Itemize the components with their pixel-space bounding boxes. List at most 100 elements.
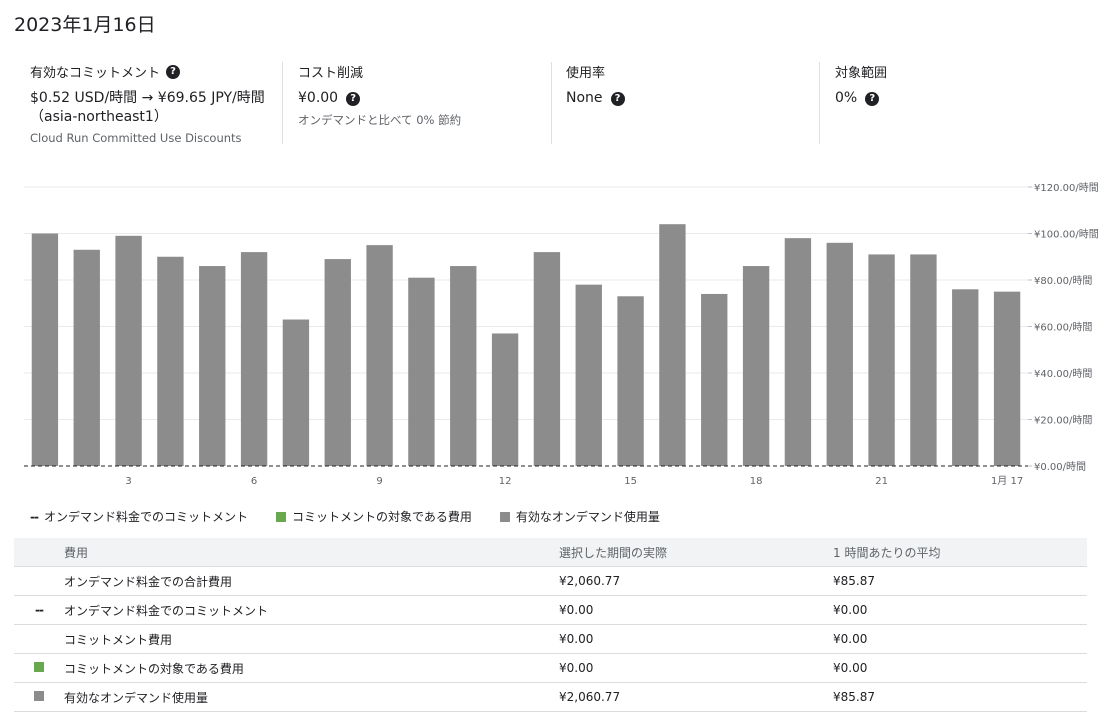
green-square-icon: [275, 511, 286, 522]
row-avg: ¥0.00: [833, 595, 1087, 625]
bar: [324, 259, 351, 466]
row-actual: ¥2,060.77: [559, 682, 833, 712]
y-tick-label: ¥40.00/時間: [1034, 368, 1092, 380]
utilization-label: 使用率: [566, 66, 606, 81]
x-tick-label: 18: [750, 476, 763, 487]
bar: [31, 233, 59, 466]
bar: [115, 235, 142, 466]
x-tick-label: 1月 17: [991, 475, 1023, 487]
green-square-icon: [34, 662, 44, 672]
cost-savings-label: コスト削減: [298, 66, 364, 81]
x-tick-label: 21: [875, 476, 888, 487]
row-actual: ¥0.00: [559, 595, 833, 625]
bar: [73, 249, 100, 466]
chart-legend: -- オンデマンド料金でのコミットメント コミットメントの対象である費用 有効な…: [30, 508, 660, 525]
bar: [701, 293, 728, 466]
header-hourly-avg: 1 時間あたりの平均: [833, 538, 1087, 567]
bar: [617, 296, 644, 466]
row-avg: ¥85.87: [833, 566, 1087, 596]
row-avg: ¥0.00: [833, 624, 1087, 654]
legend-item-commitment[interactable]: -- オンデマンド料金でのコミットメント: [30, 508, 248, 525]
x-tick-label: 6: [251, 476, 257, 487]
cost-bar-chart: ¥0.00/時間 ¥20.00/時間 ¥40.00/時間 ¥60.00/時間 ¥80.0…: [24, 182, 1099, 487]
bar: [952, 289, 979, 466]
legend-item-ondemand[interactable]: 有効なオンデマンド使用量: [499, 508, 660, 525]
card-divider: [551, 62, 552, 144]
x-tick-label: 12: [499, 476, 512, 487]
commitment-card: 有効なコミットメント? $0.52 USD/時間 → ¥69.65 JPY/時間…: [30, 62, 270, 145]
legend-label: 有効なオンデマンド使用量: [515, 510, 660, 524]
y-tick-label: ¥80.00/時間: [1034, 275, 1092, 287]
bar: [659, 224, 686, 466]
y-tick-label: ¥60.00/時間: [1034, 322, 1092, 334]
bar: [450, 266, 477, 466]
bar: [742, 266, 770, 466]
table-row: -- オンデマンド料金でのコミットメント ¥0.00 ¥0.00: [14, 595, 1087, 625]
cost-savings-sub: オンデマンドと比べて 0% 節約: [298, 113, 462, 127]
coverage-value: 0%: [835, 90, 858, 106]
row-label: オンデマンド料金でのコミットメント: [64, 595, 559, 625]
bar: [199, 266, 226, 466]
page-title: 2023年1月16日: [14, 14, 156, 36]
y-tick-label: ¥20.00/時間: [1034, 415, 1092, 427]
bar: [993, 291, 1021, 466]
help-icon[interactable]: ?: [865, 91, 880, 106]
dashed-line-swatch: --: [30, 509, 39, 524]
gray-square-icon: [499, 511, 510, 522]
bar: [240, 252, 268, 466]
legend-item-covered[interactable]: コミットメントの対象である費用: [275, 508, 472, 525]
bar: [491, 333, 519, 466]
table-row: コミットメント費用 ¥0.00 ¥0.00: [14, 624, 1087, 654]
utilization-card: 使用率 None?: [566, 62, 806, 144]
table-row: オンデマンド料金での合計費用 ¥2,060.77 ¥85.87: [14, 566, 1087, 596]
row-label: オンデマンド料金での合計費用: [64, 566, 559, 596]
x-tick-label: 15: [624, 476, 637, 487]
legend-label: オンデマンド料金でのコミットメント: [43, 510, 248, 524]
row-label: コミットメントの対象である費用: [64, 653, 559, 683]
row-avg: ¥85.87: [833, 682, 1087, 712]
dashed-line-marker: --: [14, 595, 64, 625]
row-actual: ¥0.00: [559, 653, 833, 683]
bar: [533, 252, 561, 466]
card-divider: [282, 62, 283, 144]
table-row: コミットメントの対象である費用 ¥0.00 ¥0.00: [14, 653, 1087, 683]
commitment-value: $0.52 USD/時間 → ¥69.65 JPY/時間（asia-northe…: [30, 90, 265, 125]
row-actual: ¥2,060.77: [559, 566, 833, 596]
cost-table: 費用 選択した期間の実際 1 時間あたりの平均 オンデマンド料金での合計費用 ¥…: [14, 538, 1087, 712]
coverage-label: 対象範囲: [835, 66, 888, 81]
bar: [157, 256, 184, 466]
x-tick-label: 3: [125, 476, 131, 487]
cost-savings-card: コスト削減 ¥0.00? オンデマンドと比べて 0% 節約: [298, 62, 538, 144]
bar: [826, 242, 853, 466]
commitment-sub: Cloud Run Committed Use Discounts: [30, 131, 242, 145]
gray-square-icon: [34, 691, 44, 701]
header-actual: 選択した期間の実際: [559, 538, 833, 567]
row-avg: ¥0.00: [833, 653, 1087, 683]
y-tick-label: ¥120.00/時間: [1034, 182, 1099, 194]
bar: [784, 238, 812, 466]
bar: [366, 245, 393, 466]
card-divider: [819, 62, 820, 144]
header-cost: 費用: [64, 538, 559, 567]
table-header-row: 費用 選択した期間の実際 1 時間あたりの平均: [14, 538, 1087, 567]
y-tick-label: ¥0.00/時間: [1034, 461, 1086, 473]
table-row: 有効なオンデマンド使用量 ¥2,060.77 ¥85.87: [14, 682, 1087, 712]
legend-label: コミットメントの対象である費用: [291, 510, 472, 524]
bar: [910, 254, 937, 466]
utilization-value: None: [566, 90, 603, 106]
row-label: コミットメント費用: [64, 624, 559, 654]
y-tick-label: ¥100.00/時間: [1034, 229, 1099, 241]
x-tick-label: 9: [376, 476, 382, 487]
bar: [575, 284, 602, 466]
bar: [408, 277, 435, 466]
bar: [868, 254, 895, 466]
header-marker: [14, 538, 64, 567]
cost-savings-value: ¥0.00: [298, 90, 339, 106]
row-label: 有効なオンデマンド使用量: [64, 682, 559, 712]
commitment-label: 有効なコミットメント: [30, 66, 161, 81]
coverage-card: 対象範囲 0%?: [835, 62, 1075, 144]
help-icon[interactable]: ?: [166, 64, 181, 79]
help-icon[interactable]: ?: [346, 91, 361, 106]
row-actual: ¥0.00: [559, 624, 833, 654]
help-icon[interactable]: ?: [610, 91, 625, 106]
